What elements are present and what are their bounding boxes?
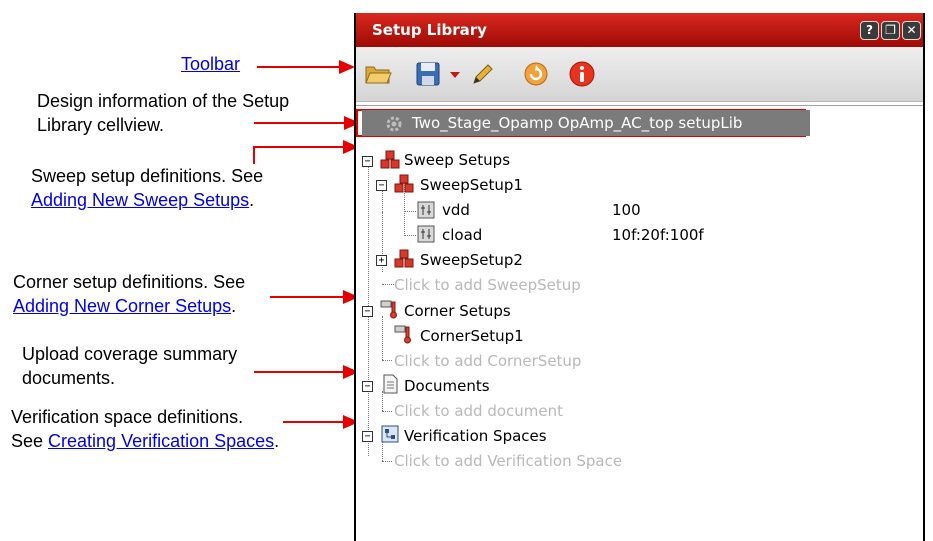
design-info-arrow — [254, 116, 360, 130]
document-icon — [383, 374, 398, 394]
sweep-setup2-expander[interactable]: + — [376, 255, 387, 266]
add-corner-setup[interactable]: Click to add CornerSetup — [394, 349, 581, 373]
panel-title-bar: Setup Library ? ❐ ✕ — [356, 13, 923, 47]
tree-item-sweep-setup2[interactable]: SweepSetup2 — [420, 248, 523, 272]
help-button[interactable]: ? — [860, 21, 879, 40]
add-verification-space[interactable]: Click to add Verification Space — [394, 449, 622, 473]
tree-item-verification-spaces[interactable]: Verification Spaces — [404, 424, 547, 448]
info-icon[interactable] — [568, 60, 596, 88]
toolbar — [356, 47, 923, 102]
add-sweep-setup[interactable]: Click to add SweepSetup — [394, 273, 581, 297]
design-info-text: Design information of the Setup Library … — [37, 91, 290, 135]
creating-verification-spaces-link[interactable]: Creating Verification Spaces — [48, 431, 274, 451]
thermometer-icon — [394, 325, 411, 344]
parameter-icon — [417, 225, 435, 243]
corner-arrow — [270, 290, 359, 304]
documents-arrow — [254, 365, 359, 379]
cubes-icon — [394, 249, 414, 268]
param-cload-value[interactable]: 10f:20f:100f — [612, 223, 704, 247]
close-button[interactable]: ✕ — [902, 21, 921, 40]
toolbar-arrow — [257, 60, 355, 74]
parameter-icon — [417, 201, 435, 219]
sweep-arrow-connector — [253, 146, 255, 164]
sweep-arrow — [253, 140, 359, 154]
refresh-icon[interactable] — [522, 60, 550, 88]
adding-corner-setups-link[interactable]: Adding New Corner Setups — [13, 296, 231, 316]
tree-item-sweep-setup1[interactable]: SweepSetup1 — [420, 173, 523, 197]
cubes-icon — [380, 150, 400, 169]
tree-item-corner-setups[interactable]: Corner Setups — [404, 299, 511, 323]
pencil-icon[interactable] — [468, 60, 496, 88]
setup-tree: Two_Stage_Opamp OpAmp_AC_top setupLib − … — [356, 105, 923, 541]
sweep-setup-text: Sweep setup definitions. See Adding New … — [31, 166, 264, 210]
gear-icon — [386, 116, 402, 132]
verification-arrow — [283, 415, 359, 429]
upload-text: Upload coverage summary documents. — [22, 344, 238, 388]
panel-title: Setup Library — [372, 21, 487, 39]
tree-item-documents[interactable]: Documents — [404, 374, 490, 398]
corner-setups-expander[interactable]: − — [362, 306, 373, 317]
setup-library-panel: Setup Library ? ❐ ✕ Two_Stage_Opamp OpAm… — [354, 13, 925, 541]
sweep-setups-expander[interactable]: − — [362, 156, 373, 167]
tree-item-sweep-setups[interactable]: Sweep Setups — [404, 148, 510, 172]
toolbar-link[interactable]: Toolbar — [181, 52, 240, 76]
param-cload-name[interactable]: cload — [442, 223, 482, 247]
add-document[interactable]: Click to add document — [394, 399, 563, 423]
corner-setup-text: Corner setup definitions. See Adding New… — [13, 272, 246, 316]
float-button[interactable]: ❐ — [881, 21, 900, 40]
cubes-icon — [394, 174, 414, 193]
documents-expander[interactable]: − — [362, 381, 373, 392]
param-vdd-value[interactable]: 100 — [612, 198, 641, 222]
tree-item-corner-setup1[interactable]: CornerSetup1 — [420, 324, 524, 348]
dropdown-arrow-icon[interactable] — [448, 60, 462, 88]
param-vdd-name[interactable]: vdd — [442, 198, 470, 222]
open-folder-icon[interactable] — [364, 60, 392, 88]
verification-spaces-expander[interactable]: − — [362, 431, 373, 442]
thermometer-icon — [380, 300, 397, 319]
verification-text: Verification space definitions. See Crea… — [11, 407, 280, 451]
sweep-setup1-expander[interactable]: − — [376, 180, 387, 191]
adding-sweep-setups-link[interactable]: Adding New Sweep Setups — [31, 190, 249, 210]
tree-root-label: Two_Stage_Opamp OpAmp_AC_top setupLib — [412, 114, 743, 132]
verification-space-icon — [381, 425, 399, 443]
save-icon[interactable] — [414, 60, 442, 88]
